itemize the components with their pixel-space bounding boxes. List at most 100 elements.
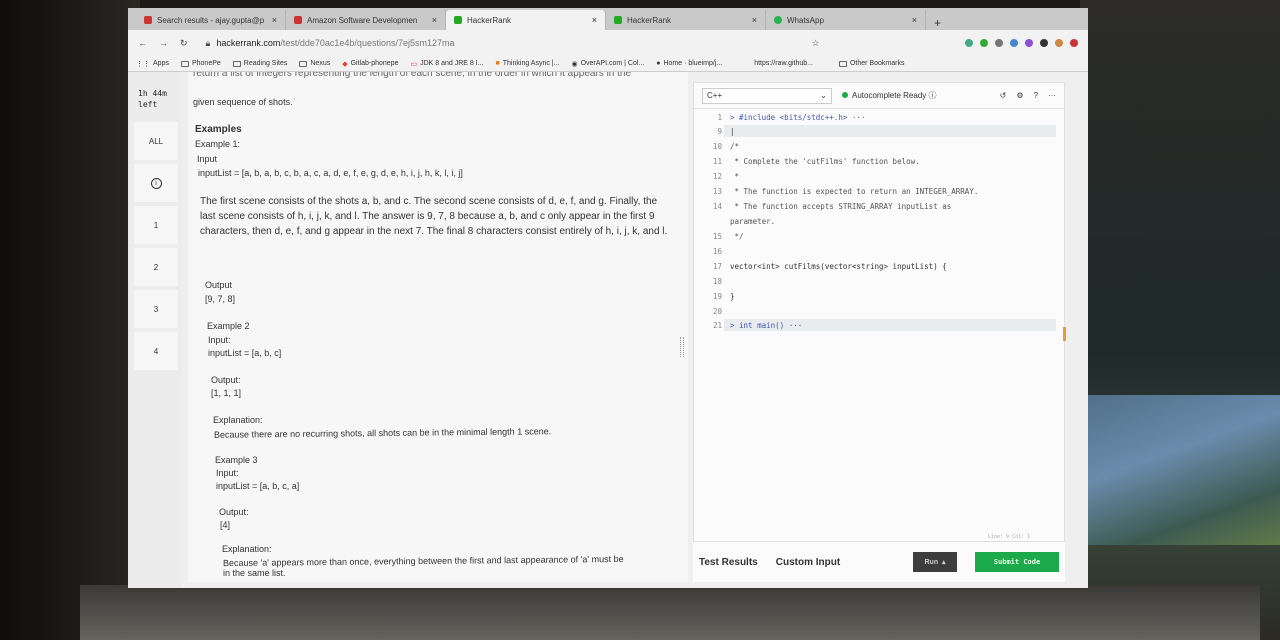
reload-icon[interactable]: ↻ [180,38,188,49]
example-2-explanation-label: Explanation: [213,415,263,425]
example-3-output-label: Output: [219,507,249,517]
close-icon[interactable]: × [272,15,277,25]
example-2-input-label: Input: [208,335,231,345]
address-bar[interactable]: 🔒︎ hackerrank.com/test/dde70ac1e4b/quest… [200,34,800,52]
code-line: parameter. [730,217,776,226]
bookmark-link[interactable]: ● Home · blueimp/j... [656,60,722,67]
extension-icon[interactable] [980,39,988,47]
rail-item-info[interactable]: i [134,164,178,202]
pane-resize-handle[interactable] [680,337,684,357]
code-line: */ [730,232,744,241]
bookmark-apps[interactable]: ⋮⋮ Apps [136,60,169,68]
bookmark-link[interactable]: ◆ Gitlab-phonepe [342,60,398,68]
overapi-icon: ◉ [571,60,578,68]
code-line: > #include <bits/stdc++.h> ··· [730,113,866,122]
whatsapp-icon [774,16,782,24]
bookmark-link[interactable]: ■ Thinking Async |... [496,60,560,67]
extension-icon[interactable] [1055,39,1063,47]
code-line: > int main() ··· [730,321,803,330]
line-number: 21 [712,321,722,330]
extension-icon[interactable] [965,39,973,47]
language-select[interactable]: C++ ⌄ [702,87,832,104]
laptop-base [80,585,1260,640]
bookmark-link[interactable]: https://raw.github... [754,60,813,67]
scrollbar-marker[interactable] [1063,327,1066,341]
rail-item-1[interactable]: 1 [134,206,178,244]
tab-bar: Search results - ajay.gupta@p × Amazon S… [128,8,1088,30]
close-icon[interactable]: × [592,15,597,25]
example-1-description: The first scene consists of the shots a,… [200,196,668,237]
folder-icon [299,60,308,67]
more-icon[interactable]: ··· [1048,91,1056,100]
test-results-tab[interactable]: Test Results [699,557,758,568]
mail-icon [144,16,152,24]
code-line: * Complete the 'cutFilms' function below… [730,157,920,166]
extension-icon[interactable] [1010,39,1018,47]
bookmark-folder[interactable]: Reading Sites [232,60,287,67]
close-icon[interactable]: × [432,15,437,25]
example-2-explanation: Because there are no recurring shots, al… [213,426,552,440]
example-2-title: Example 2 [207,321,250,331]
line-number: 9 [717,127,722,136]
extension-icon[interactable] [995,39,1003,47]
tab-whatsapp[interactable]: WhatsApp × [766,10,926,30]
bookmark-icon: ■ [495,60,500,67]
code-editor: C++ ⌄ Autocomplete Ready ⓘ ↺ ⚙ ? ··· 1 >… [693,82,1066,542]
close-icon[interactable]: × [912,15,917,25]
oracle-icon: ▭ [410,60,418,68]
folder-icon [838,60,847,67]
tab-search-results[interactable]: Search results - ajay.gupta@p × [136,10,286,30]
example-3-input-label: Input: [216,468,239,478]
status-dot-icon [842,92,848,98]
example-2-input: inputList = [a, b, c] [208,348,282,358]
browser-toolbar: ← → ↻ 🔒︎ hackerrank.com/test/dde70ac1e4b… [128,30,1088,56]
back-icon[interactable]: ← [138,38,147,48]
problem-text-cut: return a list of integers representing t… [193,72,632,79]
autocomplete-status: Autocomplete Ready ⓘ [842,90,937,101]
extension-icon[interactable] [1070,39,1078,47]
bookmark-other[interactable]: Other Bookmarks [838,60,904,67]
line-number: 17 [712,262,722,271]
tab-hackerrank[interactable]: HackerRank × [606,10,766,30]
bookmark-link[interactable]: ▭ JDK 8 and JRE 8 I... [410,60,483,68]
problem-statement: return a list of integers representing t… [188,72,688,582]
extension-icon[interactable] [1040,39,1048,47]
example-3-explanation-cont: in the same list. [223,568,286,578]
gitlab-icon: ◆ [342,60,348,68]
example-3-explanation-label: Explanation: [222,544,272,554]
run-button[interactable]: Run ▴ [913,552,957,572]
reset-icon[interactable]: ↺ [1000,91,1007,100]
submit-code-button[interactable]: Submit Code [975,552,1059,572]
new-tab-button[interactable]: + [926,16,949,30]
examples-heading: Examples [195,124,242,135]
bookmark-folder[interactable]: PhonePe [180,60,221,67]
line-number: 11 [712,157,722,166]
extension-icon[interactable] [1025,39,1033,47]
rail-item-all[interactable]: ALL [134,122,178,160]
folder-icon [232,60,241,67]
code-line: * The function accepts STRING_ARRAY inpu… [730,202,952,211]
rail-item-3[interactable]: 3 [134,290,178,328]
star-icon[interactable]: ☆ [812,38,820,49]
settings-icon[interactable]: ⚙ [1016,91,1023,100]
example-3-title: Example 3 [215,455,258,465]
background-right [1080,0,1280,640]
example-1-output-label: Output [205,280,233,290]
bookmark-folder[interactable]: Nexus [299,60,330,67]
editor-footer: Test Results Custom Input Run ▴ Submit C… [693,542,1065,582]
close-icon[interactable]: × [752,15,757,25]
bookmark-link[interactable]: ◉ OverAPI.com | Col... [571,60,644,68]
bookmarks-bar: ⋮⋮ Apps PhonePe Reading Sites Nexus ◆ Gitl… [128,56,1088,72]
example-1-output: [9, 7, 8] [205,294,236,304]
custom-input-toggle[interactable]: Custom Input [776,557,840,568]
time-left: 1h 44m left [138,89,167,109]
rail-item-4[interactable]: 4 [134,332,178,370]
extensions [965,39,1078,47]
tab-amazon[interactable]: Amazon Software Developmen × [286,10,446,30]
example-1-input: inputList = [a, b, a, b, c, b, a, c, a, … [198,168,463,178]
line-number: 20 [712,307,722,316]
rail-item-2[interactable]: 2 [134,248,178,286]
forward-icon[interactable]: → [159,38,168,48]
help-icon[interactable]: ? [1034,91,1038,100]
tab-hackerrank-active[interactable]: HackerRank × [446,10,606,30]
